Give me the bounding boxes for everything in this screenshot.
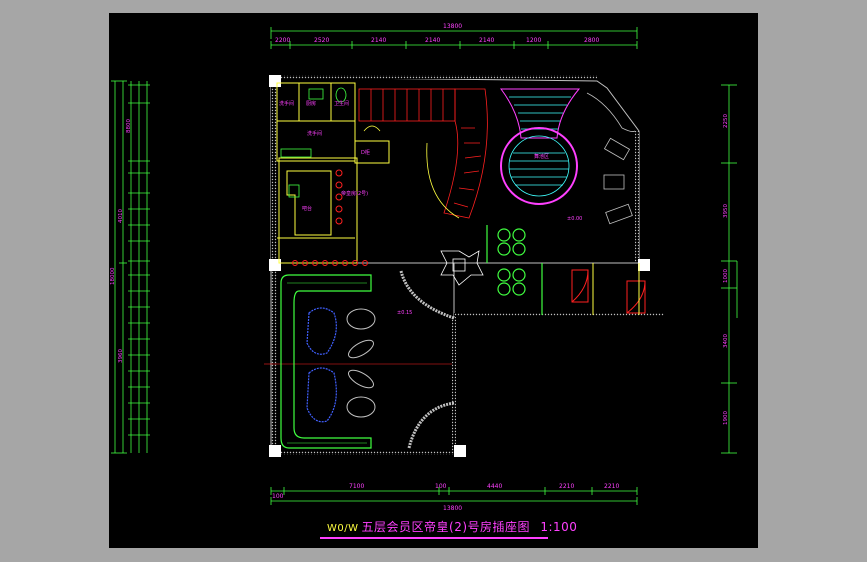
dim-left-lower: 3960 [118, 349, 124, 363]
label-wash: 洗手间 [307, 130, 322, 137]
label-storage: D柜 [361, 149, 370, 156]
drawing-sheet: 13800 2200 2520 2140 2140 2140 1200 2800… [109, 13, 758, 548]
label-stage: 舞池区 [534, 153, 549, 160]
dim-top-2: 2520 [314, 37, 329, 44]
dim-bottom-3: 100 [435, 483, 447, 490]
lounge-pillows [346, 308, 376, 418]
dim-top-7: 2800 [584, 37, 599, 44]
lower-lounge [280, 270, 455, 449]
dim-top-5: 2140 [479, 37, 494, 44]
dim-bottom-total: 13800 [443, 505, 462, 512]
dim-right-5: 1900 [723, 411, 729, 425]
dim-bottom-1: 100 [272, 493, 284, 500]
dim-right-4: 3400 [723, 334, 729, 348]
drawing-title-text: 五层会员区帝皇(2)号房插座图 [361, 520, 531, 534]
dim-right-1: 2250 [723, 114, 729, 128]
bar-stools [292, 169, 368, 266]
clover-tables [486, 225, 543, 315]
left-dimension-chain [111, 80, 148, 454]
floor-plan: 13800 2200 2520 2140 2140 2140 1200 2800… [110, 23, 738, 512]
doors [571, 269, 646, 314]
dim-bottom-5: 2210 [559, 483, 574, 490]
dim-bottom-6: 2210 [604, 483, 619, 490]
drawing-scale: 1:100 [540, 520, 578, 534]
round-table [440, 250, 484, 286]
dim-left-overall: 8800 [126, 119, 132, 133]
stage-platform [500, 88, 581, 205]
dim-left-total: 18000 [110, 267, 116, 285]
label-main-room: 帝皇房(2号) [341, 190, 368, 197]
title-underline [320, 537, 548, 539]
drawing-code: W0/W [327, 523, 359, 534]
right-dimension-chain [721, 84, 738, 454]
label-level-b: ±0.15 [397, 310, 412, 316]
label-kitchen-a: 洗手间 [279, 100, 294, 107]
dim-top-1: 2200 [275, 37, 290, 44]
lounge-tables [306, 307, 337, 423]
label-level-a: ±0.00 [567, 216, 582, 222]
label-toilet: 卫生间 [334, 100, 349, 107]
dim-bottom-2: 7100 [349, 483, 364, 490]
staircase [358, 88, 488, 219]
dim-top-total: 13800 [443, 23, 462, 30]
door-frames [592, 263, 640, 315]
dim-right-3: 1000 [723, 269, 729, 283]
dim-top-3: 2140 [371, 37, 386, 44]
lounge-chairs [586, 92, 636, 225]
dim-left-upper: 4010 [118, 209, 124, 223]
dim-top-4: 2140 [425, 37, 440, 44]
service-rooms [276, 82, 390, 264]
dim-bottom-4: 4440 [487, 483, 502, 490]
label-bar: 吧台 [302, 205, 312, 212]
dim-top-6: 1200 [526, 37, 541, 44]
drawing-title: W0/W 五层会员区帝皇(2)号房插座图 1:100 [327, 518, 577, 535]
label-kitchen-b: 厨房 [306, 100, 316, 107]
bottom-dimension-chain [270, 487, 638, 505]
dim-right-2: 3950 [723, 204, 729, 218]
